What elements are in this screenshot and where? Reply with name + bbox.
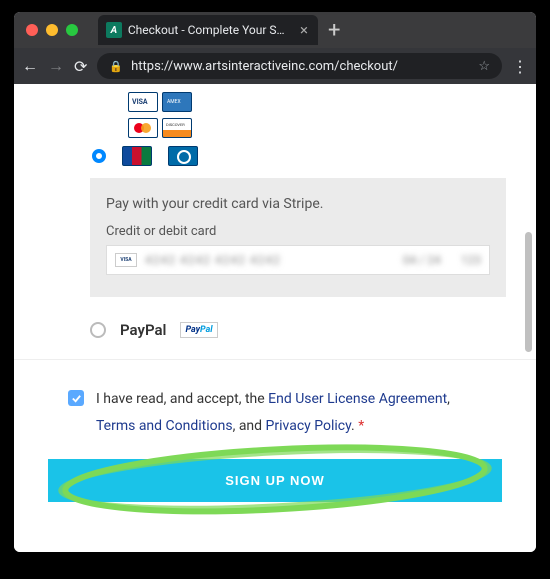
back-button[interactable]: ← [22,56,38,76]
page-content: Pay with your credit card via Stripe. Cr… [14,84,536,552]
address-bar: ← → ⟳ 🔒 https://www.artsinteractiveinc.c… [14,48,536,84]
terms-text: I have read, and accept, the End User Li… [96,386,482,439]
browser-tab[interactable]: A Checkout - Complete Your Sub × [98,15,318,45]
privacy-policy-link[interactable]: Privacy Policy [266,418,351,434]
card-brand-row-2 [128,118,506,138]
url-text: https://www.artsinteractiveinc.com/check… [131,59,398,74]
scrollbar-thumb[interactable] [525,232,532,352]
radio-selected-icon [92,149,106,163]
new-tab-button[interactable]: + [328,18,340,43]
close-tab-icon[interactable]: × [300,21,308,39]
card-number-value: 4242 4242 4242 4242 [145,253,281,267]
card-number-input[interactable]: VISA 4242 4242 4242 4242 04 / 24 123 [106,245,490,275]
required-asterisk: * [358,418,364,434]
stripe-panel: Pay with your credit card via Stripe. Cr… [90,178,506,297]
amex-icon [162,92,192,112]
cta-container: SIGN UP NOW [48,459,502,502]
bookmark-icon[interactable]: ☆ [478,59,490,74]
reload-button[interactable]: ⟳ [74,57,87,76]
window-titlebar: A Checkout - Complete Your Sub × + [14,12,536,48]
close-window-button[interactable] [26,24,38,36]
diners-icon [168,146,198,166]
card-brand-row-1 [128,92,506,112]
paypal-label: PayPal [120,321,166,339]
terms-checkbox[interactable] [68,390,84,406]
divider [14,359,536,360]
card-field-label: Credit or debit card [106,224,490,239]
maximize-window-button[interactable] [66,24,78,36]
eula-link[interactable]: End User License Agreement [268,391,447,407]
tab-title: Checkout - Complete Your Sub [128,23,288,37]
stripe-description: Pay with your credit card via Stripe. [106,196,490,212]
paypal-option[interactable]: PayPal PayPal [90,321,506,339]
card-expiry-value: 04 / 24 [403,253,441,267]
browser-window: A Checkout - Complete Your Sub × + ← → ⟳… [14,12,536,552]
sign-up-button[interactable]: SIGN UP NOW [48,459,502,502]
mastercard-icon [128,118,158,138]
favicon-icon: A [106,22,122,38]
credit-card-option[interactable] [92,146,506,166]
jcb-icon [122,146,152,166]
radio-unselected-icon [90,322,106,338]
url-input[interactable]: 🔒 https://www.artsinteractiveinc.com/che… [97,53,502,79]
visa-icon [128,92,158,112]
minimize-window-button[interactable] [46,24,58,36]
discover-icon [162,118,192,138]
traffic-lights [26,24,78,36]
terms-row: I have read, and accept, the End User Li… [68,386,482,439]
paypal-icon: PayPal [180,322,217,338]
card-cvc-value: 123 [461,253,481,267]
card-brand-mini-icon: VISA [115,253,137,267]
lock-icon: 🔒 [109,60,123,73]
terms-conditions-link[interactable]: Terms and Conditions [96,418,233,434]
menu-button[interactable]: ⋮ [512,57,528,76]
tab-bar: A Checkout - Complete Your Sub × + [98,12,340,48]
check-icon [71,393,82,404]
forward-button[interactable]: → [48,56,64,76]
